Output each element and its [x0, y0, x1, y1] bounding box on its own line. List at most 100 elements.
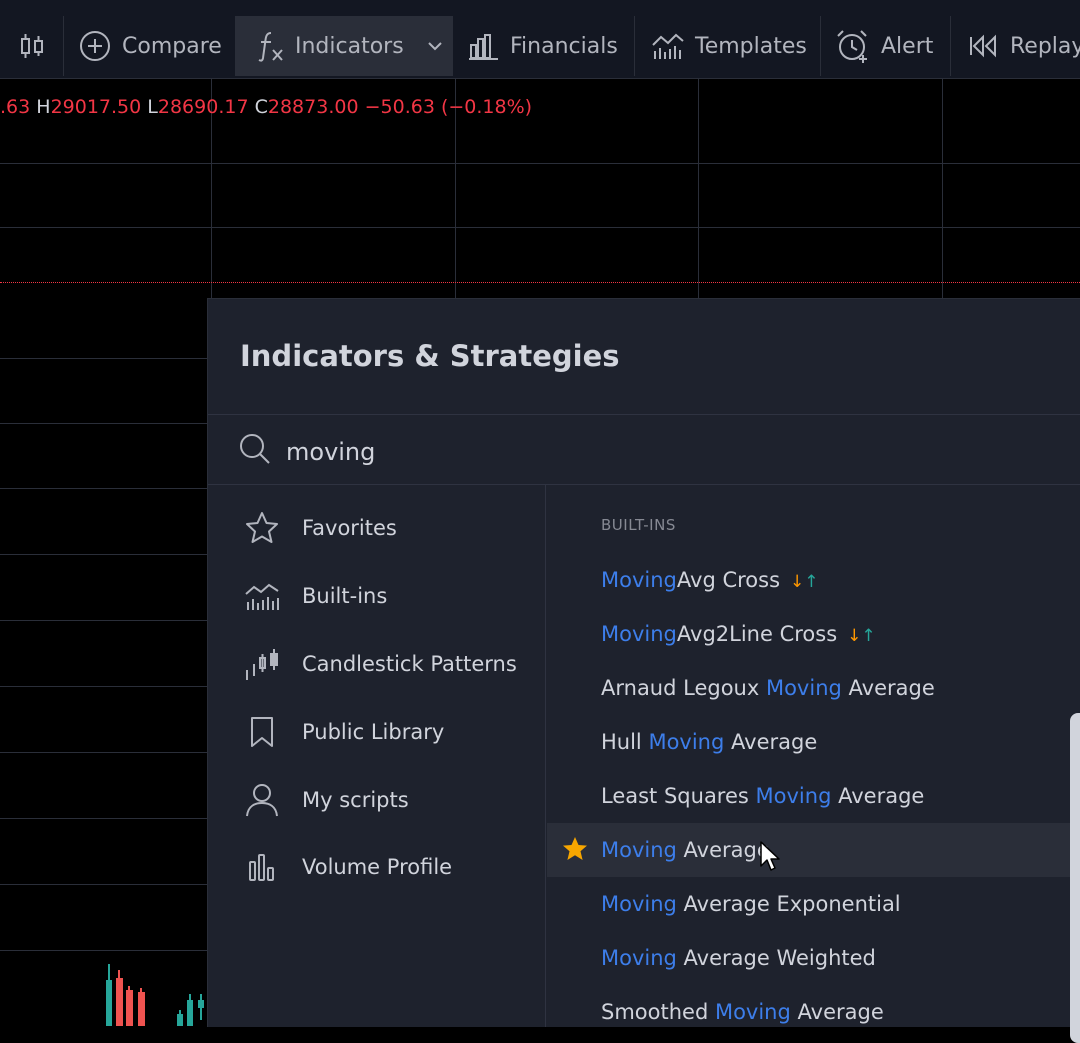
result-text: Moving Average Weighted	[601, 946, 876, 970]
bookmark-icon	[251, 717, 273, 747]
result-text: MovingAvg2Line Cross ↓↑	[601, 622, 876, 646]
volume-profile-icon	[249, 854, 274, 881]
replay-label: Replay	[1010, 33, 1080, 59]
category-public-library[interactable]: Public Library	[244, 708, 444, 756]
toolbar-divider	[820, 16, 821, 76]
result-text: Moving Average Exponential	[601, 892, 901, 916]
search-icon	[240, 434, 270, 464]
templates-label: Templates	[695, 33, 807, 59]
grid-line	[0, 620, 207, 621]
sidebar-divider	[545, 485, 546, 1027]
result-item[interactable]: Moving Average Exponential	[547, 877, 1080, 931]
match-highlight: Moving	[601, 838, 677, 862]
rewind-icon	[970, 34, 996, 58]
alert-label: Alert	[881, 33, 934, 59]
templates-icon	[652, 33, 684, 59]
strategy-arrows-icon: ↓↑	[790, 572, 819, 592]
replay-button[interactable]: Replay	[968, 16, 1080, 76]
alarm-clock-icon	[837, 30, 867, 63]
templates-button[interactable]: Templates	[651, 16, 807, 76]
toolbar-divider	[634, 16, 635, 76]
category-label: Public Library	[302, 720, 445, 744]
grid-line	[698, 78, 699, 298]
plus-circle-icon	[80, 31, 110, 61]
result-item[interactable]: Hull Moving Average	[547, 715, 1080, 769]
grid-line	[0, 884, 207, 885]
grid-line	[0, 358, 207, 359]
grid-line	[0, 423, 207, 424]
open-value: .63	[0, 96, 31, 118]
result-text: Moving Average	[601, 838, 770, 862]
function-icon	[258, 32, 283, 62]
category-my-scripts[interactable]: My scripts	[244, 776, 409, 824]
chart-type-button[interactable]	[14, 16, 50, 76]
user-icon	[246, 784, 278, 817]
financials-label: Financials	[510, 33, 618, 59]
grid-line	[0, 950, 207, 951]
high-key: H	[36, 96, 51, 118]
category-volume-profile[interactable]: Volume Profile	[244, 843, 452, 891]
candlestick-bars	[106, 964, 204, 1026]
match-highlight: Moving	[601, 568, 677, 592]
category-label: Built-ins	[302, 584, 388, 608]
compare-button[interactable]: Compare	[78, 16, 222, 76]
bar-chart-icon	[469, 34, 498, 60]
grid-line	[0, 554, 207, 555]
result-text: Smoothed Moving Average	[601, 1000, 884, 1024]
result-text: Least Squares Moving Average	[601, 784, 925, 808]
last-price-line	[0, 282, 1080, 283]
match-highlight: Moving	[601, 892, 677, 916]
result-text: MovingAvg Cross ↓↑	[601, 568, 819, 592]
favorite-star-icon[interactable]	[562, 836, 588, 862]
dialog-title: Indicators & Strategies	[240, 339, 620, 373]
category-favorites[interactable]: Favorites	[244, 504, 397, 552]
indicators-dropdown[interactable]	[418, 16, 452, 76]
section-label: BUILT-INS	[601, 516, 676, 534]
result-item-hovered[interactable]: Moving Average	[547, 823, 1080, 877]
match-highlight: Moving	[648, 730, 725, 754]
candles-icon	[21, 34, 43, 58]
category-label: Favorites	[302, 516, 397, 540]
grid-line	[0, 227, 1080, 228]
scrollbar[interactable]	[1070, 713, 1080, 1043]
result-item[interactable]: MovingAvg2Line Cross ↓↑	[547, 607, 1080, 661]
grid-line	[0, 163, 1080, 164]
change-percent: (−0.18%)	[440, 96, 533, 118]
toolbar-divider	[63, 16, 64, 76]
grid-line	[0, 818, 207, 819]
result-item[interactable]: MovingAvg Cross ↓↑	[547, 553, 1080, 607]
top-toolbar: Compare Indicators Financials Templates …	[0, 0, 1080, 79]
indicators-label: Indicators	[295, 33, 404, 59]
title-divider	[208, 414, 1080, 415]
result-item[interactable]: Arnaud Legoux Moving Average	[547, 661, 1080, 715]
low-key: L	[147, 96, 158, 118]
match-highlight: Moving	[601, 622, 677, 646]
compare-label: Compare	[122, 33, 222, 59]
close-key: C	[254, 96, 268, 118]
result-item[interactable]: Smoothed Moving Average	[547, 985, 1080, 1039]
result-text: Hull Moving Average	[601, 730, 818, 754]
candlestick-icon	[246, 649, 278, 680]
match-highlight: Moving	[601, 946, 677, 970]
change-value: −50.63	[364, 96, 435, 118]
search-divider	[208, 484, 1080, 485]
close-value: 28873.00	[267, 96, 359, 118]
result-item[interactable]: Least Squares Moving Average	[547, 769, 1080, 823]
result-text: Arnaud Legoux Moving Average	[601, 676, 935, 700]
category-label: Volume Profile	[302, 855, 453, 879]
grid-line	[0, 752, 207, 753]
alert-button[interactable]: Alert	[835, 16, 933, 76]
search-input[interactable]	[286, 432, 886, 472]
financials-button[interactable]: Financials	[468, 16, 618, 76]
indicators-button[interactable]: Indicators	[235, 16, 418, 76]
result-item[interactable]: Moving Average Weighted	[547, 931, 1080, 985]
grid-line	[0, 686, 207, 687]
category-built-ins[interactable]: Built-ins	[244, 572, 387, 620]
category-candlestick-patterns[interactable]: Candlestick Patterns	[244, 640, 517, 688]
toolbar-divider	[452, 16, 453, 76]
grid-line	[942, 78, 943, 298]
ohlc-legend: .63 H29017.50 L28690.17 C28873.00 −50.63…	[0, 96, 532, 118]
indicators-dialog: Indicators & Strategies Favorites Built-…	[207, 298, 1080, 1043]
match-highlight: Moving	[755, 784, 832, 808]
grid-line	[0, 488, 207, 489]
